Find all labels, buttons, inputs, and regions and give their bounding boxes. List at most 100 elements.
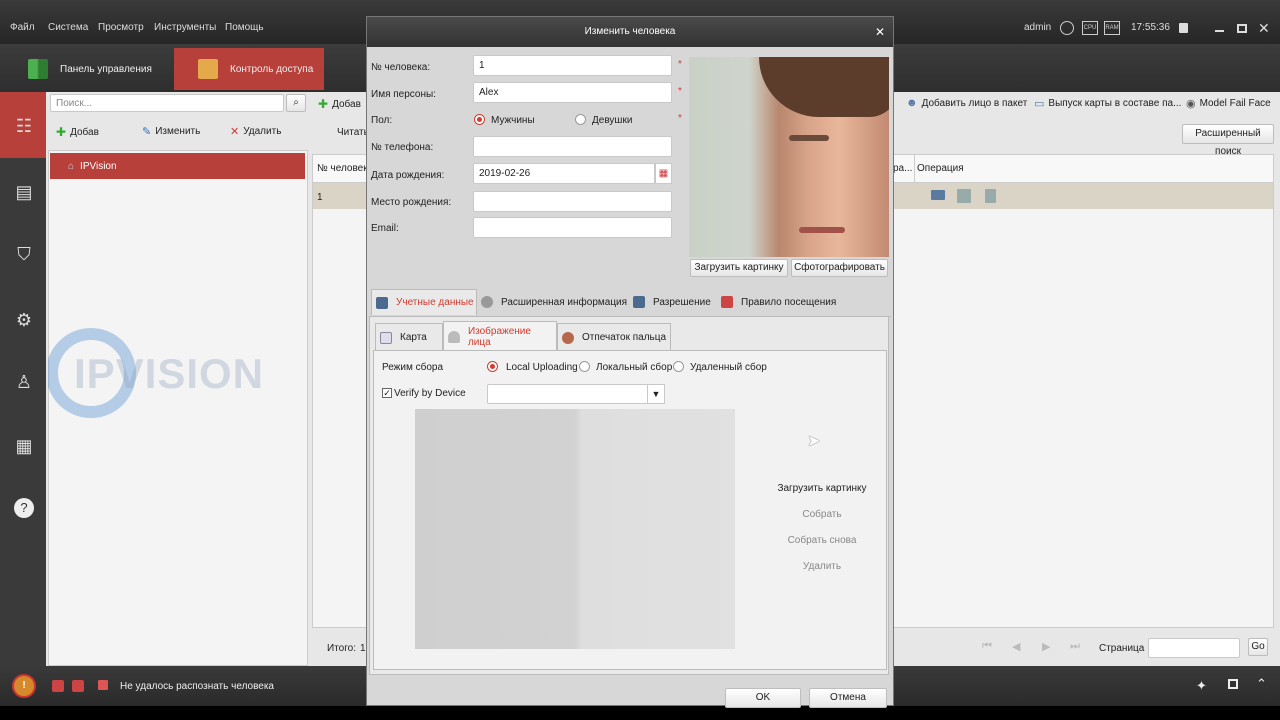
verify-label[interactable]: Verify by Device — [394, 388, 466, 399]
col-operation[interactable]: Операция — [917, 163, 964, 174]
menu-view[interactable]: Просмотр — [98, 22, 144, 33]
restore-icon[interactable] — [1237, 24, 1247, 33]
card-issue-button[interactable]: ▭ Выпуск карты в составе па... — [1034, 97, 1181, 110]
add-person-button[interactable]: ✚ Добав — [318, 97, 361, 111]
pack-op-icon[interactable] — [957, 189, 971, 203]
person-photo — [689, 57, 889, 257]
fingerprint-icon — [562, 331, 574, 344]
remote-capture-radio[interactable] — [673, 361, 684, 372]
info-gear-icon — [481, 296, 493, 308]
person-icon[interactable]: ♙ — [12, 370, 36, 394]
gear-icon[interactable]: ⚙ — [12, 308, 36, 332]
home-icon: ⌂ — [68, 160, 75, 172]
person-no-value: 1 — [479, 60, 485, 71]
tab-access-control[interactable]: Контроль доступа — [174, 48, 324, 90]
collect-action[interactable]: Собрать — [762, 509, 882, 520]
alarm-icon[interactable]: ! — [12, 674, 36, 698]
pin-icon[interactable]: ✦ — [1196, 678, 1207, 694]
chevron-down-icon[interactable]: ▼ — [647, 384, 665, 404]
menu-file[interactable]: Файл — [10, 22, 35, 33]
doc-op-icon[interactable] — [985, 189, 996, 203]
org-tree-item[interactable]: ⌂ IPVision — [50, 153, 305, 179]
username[interactable]: admin — [1024, 22, 1051, 33]
tab-visit-rule[interactable]: Правило посещения — [721, 289, 836, 315]
delete-org-button[interactable]: ✕ Удалить — [230, 125, 281, 138]
org-tree-icon[interactable]: ☷ — [12, 114, 36, 138]
first-page-icon[interactable]: ⏮ — [982, 640, 992, 653]
alert-icon[interactable] — [52, 680, 64, 692]
col-divider — [914, 155, 915, 183]
birthplace-input[interactable] — [473, 191, 672, 212]
model-fail-button[interactable]: ◉ Model Fail Face — [1186, 97, 1271, 110]
edit-org-button[interactable]: ✎ Изменить — [142, 125, 200, 138]
person-no-input[interactable]: 1 — [473, 55, 672, 76]
tab-partial[interactable] — [354, 48, 366, 90]
subtab-face[interactable]: Изображение лица — [443, 321, 557, 351]
take-photo-button[interactable]: Сфотографировать — [791, 259, 888, 277]
globe-icon[interactable] — [1060, 21, 1074, 35]
help-icon[interactable]: ? — [14, 498, 34, 518]
expand-up-icon[interactable]: ⌃ — [1256, 676, 1267, 692]
remote-capture-label[interactable]: Удаленный сбор — [690, 362, 767, 373]
local-capture-label[interactable]: Локальный сбор — [596, 362, 672, 373]
phone-label: № телефона: — [371, 142, 434, 153]
subtab-card[interactable]: Карта — [375, 323, 443, 351]
local-uploading-radio[interactable] — [487, 361, 498, 372]
menu-tools[interactable]: Инструменты — [154, 22, 216, 33]
tab-extended[interactable]: Расширенная информация — [481, 289, 627, 315]
page-input[interactable] — [1148, 638, 1240, 658]
sound-icon[interactable] — [98, 680, 108, 690]
tab-control-panel[interactable]: Панель управления — [28, 48, 173, 90]
add-org-button[interactable]: ✚ Добав — [56, 125, 99, 139]
cancel-button[interactable]: Отмена — [809, 688, 887, 708]
upload-photo-button[interactable]: Загрузить картинку — [690, 259, 788, 277]
dialog-close-icon[interactable]: ✕ — [875, 17, 885, 47]
female-label[interactable]: Девушки — [592, 115, 632, 126]
calendar-icon[interactable]: ▦ — [655, 163, 672, 184]
next-page-icon[interactable]: ▶ — [1042, 640, 1050, 653]
last-page-icon[interactable]: ⏭ — [1070, 640, 1080, 653]
shield-icon[interactable]: ⛉ — [12, 242, 36, 266]
go-button[interactable]: Go — [1248, 638, 1268, 656]
tab-credentials[interactable]: Учетные данные — [371, 289, 477, 315]
lock-icon[interactable] — [1179, 23, 1188, 33]
col-person-no[interactable]: № человека — [317, 163, 373, 174]
search-button[interactable]: ⌕ — [286, 94, 306, 112]
tab-permission[interactable]: Разрешение — [633, 289, 711, 315]
watermark-text: IPVISION — [74, 350, 265, 397]
event-icon[interactable] — [72, 680, 84, 692]
email-input[interactable] — [473, 217, 672, 238]
verify-checkbox[interactable]: ✓ — [382, 388, 392, 398]
upload-face-action[interactable]: Загрузить картинку — [762, 483, 882, 494]
card-issue-label: Выпуск карты в составе па... — [1048, 98, 1182, 109]
male-radio[interactable] — [474, 114, 485, 125]
birth-value: 2019-02-26 — [479, 168, 531, 179]
birth-input[interactable]: 2019-02-26 — [473, 163, 655, 184]
local-uploading-label[interactable]: Local Uploading — [506, 362, 578, 373]
local-capture-radio[interactable] — [579, 361, 590, 372]
advanced-search-button[interactable]: Расширенный поиск — [1182, 124, 1274, 157]
delete-face-action[interactable]: Удалить — [762, 561, 882, 572]
minimize-icon[interactable] — [1215, 30, 1224, 32]
cpu-icon: CPU — [1082, 21, 1098, 35]
schedule-icon[interactable]: ▤ — [12, 180, 36, 204]
read-button[interactable]: Читать — [337, 127, 369, 138]
device-select[interactable] — [487, 384, 649, 404]
prev-page-icon[interactable]: ◀ — [1012, 640, 1020, 653]
menu-help[interactable]: Помощь — [225, 22, 264, 33]
name-input[interactable]: Alex — [473, 82, 672, 103]
female-radio[interactable] — [575, 114, 586, 125]
close-icon[interactable]: ✕ — [1258, 20, 1270, 37]
phone-input[interactable] — [473, 136, 672, 157]
col-partial[interactable]: ра... — [893, 163, 912, 174]
male-label[interactable]: Мужчины — [491, 115, 535, 126]
window-icon[interactable] — [1228, 679, 1238, 689]
ok-button[interactable]: OK — [725, 688, 801, 708]
recollect-action[interactable]: Собрать снова — [762, 535, 882, 546]
search-log-icon[interactable]: ▦ — [12, 434, 36, 458]
card-op-icon[interactable] — [931, 190, 945, 200]
menu-system[interactable]: Система — [48, 22, 88, 33]
add-face-button[interactable]: ☻ Добавить лицо в пакет — [906, 97, 1027, 109]
search-input[interactable]: Поиск... — [50, 94, 284, 112]
subtab-fingerprint[interactable]: Отпечаток пальца — [557, 323, 671, 351]
